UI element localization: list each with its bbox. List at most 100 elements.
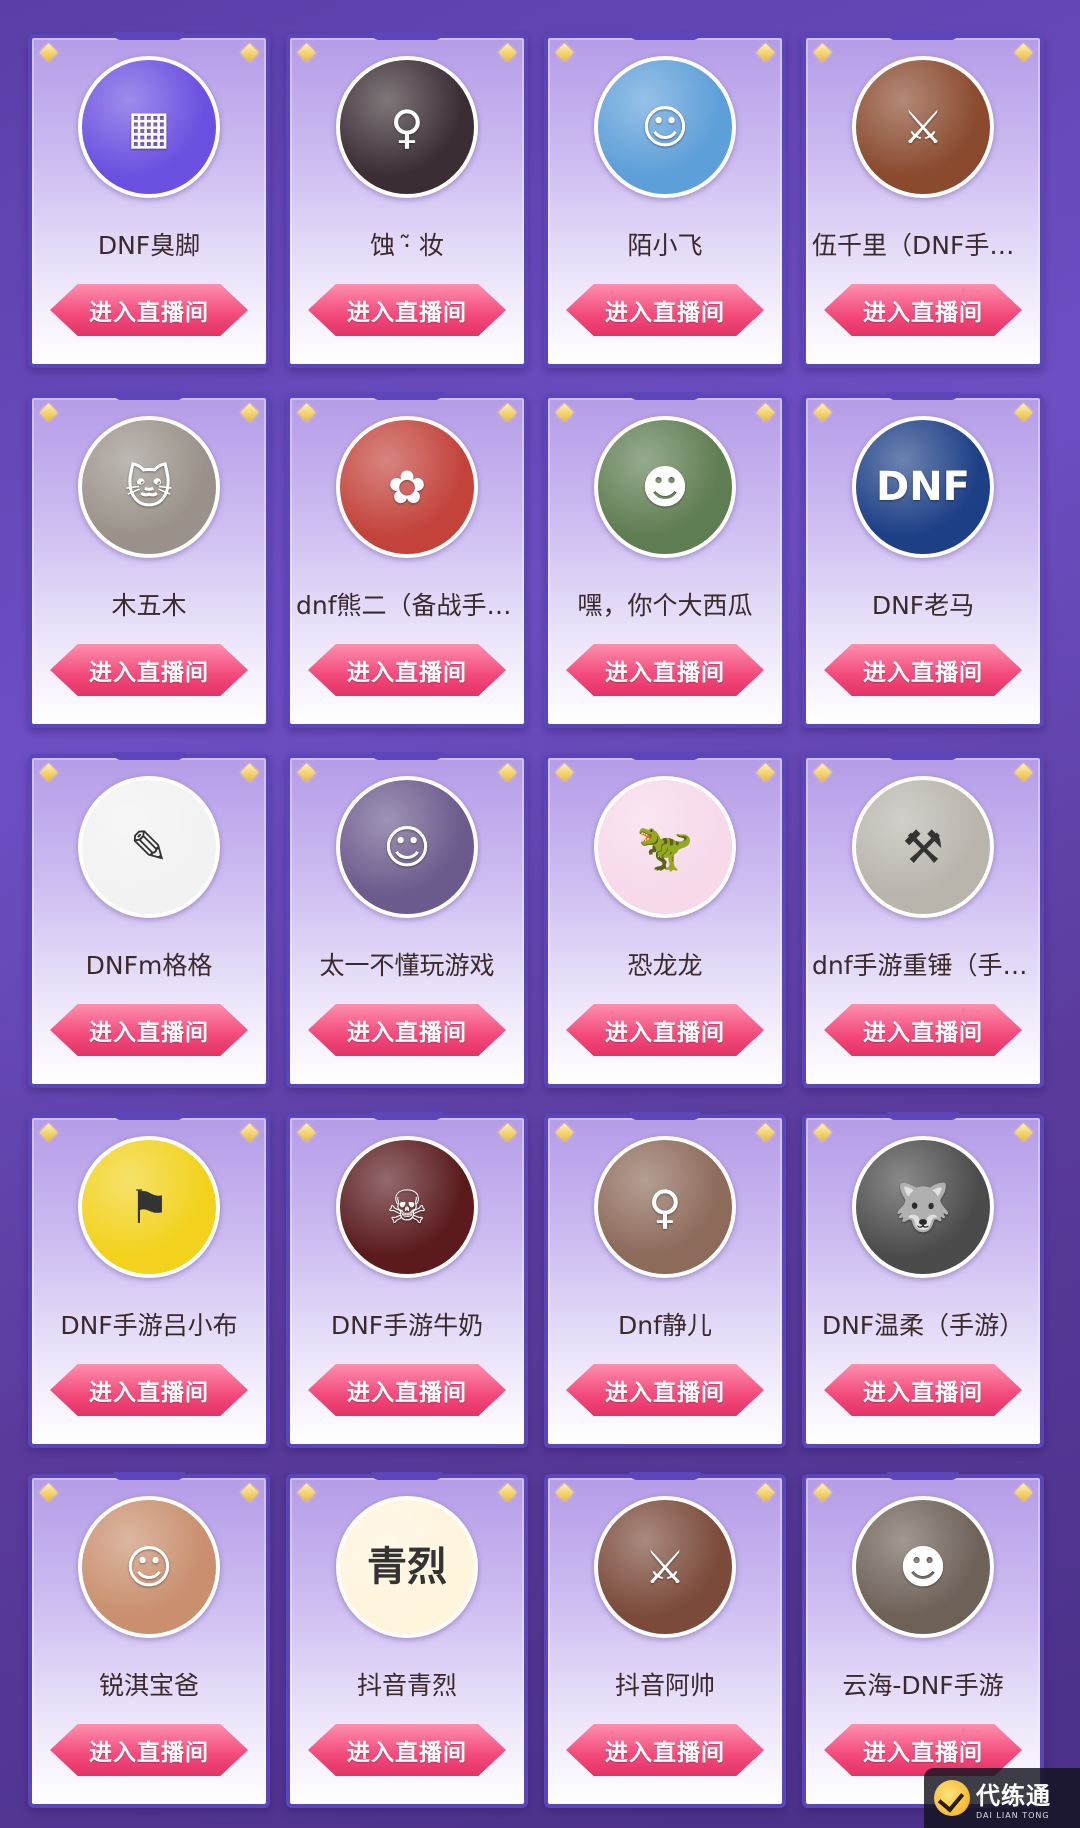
avatar-frame[interactable]: ☻ bbox=[852, 1496, 994, 1638]
avatar-frame[interactable]: ☺ bbox=[78, 1496, 220, 1638]
avatar-glyph: ⚑ bbox=[128, 1180, 170, 1234]
heroines-avatar: ⚔ bbox=[598, 1500, 732, 1634]
avatar-frame[interactable]: ☠ bbox=[336, 1136, 478, 1278]
avatar-frame[interactable]: ⚔ bbox=[594, 1496, 736, 1638]
avatar-frame[interactable]: 🐺 bbox=[852, 1136, 994, 1278]
streamer-card: ✿ dnf熊二（备战手游） 进入直播间 bbox=[286, 394, 528, 728]
corner-gem-icon bbox=[756, 403, 775, 422]
avatar-glyph: ⚔ bbox=[644, 1540, 686, 1594]
streamer-name: 锐淇宝爸 bbox=[98, 1671, 199, 1700]
streamer-name: DNF手游牛奶 bbox=[330, 1311, 484, 1340]
streamer-name: DNF老马 bbox=[871, 591, 975, 620]
enter-live-room-button[interactable]: 进入直播间 bbox=[50, 644, 248, 696]
avatar-frame[interactable]: ☻ bbox=[594, 416, 736, 558]
cat-avatar: 🐱 bbox=[82, 420, 216, 554]
qinglie-text-avatar: 青烈 bbox=[340, 1500, 474, 1634]
streamer-name: DNFm格格 bbox=[85, 951, 213, 980]
streamer-name: 嘿，你个大西瓜 bbox=[577, 591, 753, 620]
corner-gem-icon bbox=[240, 403, 259, 422]
avatar-frame[interactable]: ⚑ bbox=[78, 1136, 220, 1278]
streamer-card: ☺ 锐淇宝爸进入直播间 bbox=[28, 1474, 270, 1808]
enter-live-room-button[interactable]: 进入直播间 bbox=[824, 1364, 1022, 1416]
corner-gem-icon bbox=[297, 1483, 316, 1502]
corner-gem-icon bbox=[498, 403, 517, 422]
avatar-glyph: ✿ bbox=[387, 460, 427, 514]
enter-live-room-button[interactable]: 进入直播间 bbox=[824, 644, 1022, 696]
avatar-glyph: ⚔ bbox=[902, 100, 944, 154]
avatar-frame[interactable]: ⚔ bbox=[852, 56, 994, 198]
corner-gem-icon bbox=[756, 1123, 775, 1142]
enter-live-room-button[interactable]: 进入直播间 bbox=[308, 1364, 506, 1416]
streamer-card: ♀ Dnf静儿进入直播间 bbox=[544, 1114, 786, 1448]
enter-live-room-button[interactable]: 进入直播间 bbox=[824, 1004, 1022, 1056]
corner-gem-icon bbox=[39, 43, 58, 62]
enter-live-room-button[interactable]: 进入直播间 bbox=[566, 1724, 764, 1776]
avatar-frame[interactable]: 青烈 bbox=[336, 1496, 478, 1638]
enter-live-room-button[interactable]: 进入直播间 bbox=[824, 284, 1022, 336]
avatar-frame[interactable]: 🦖 bbox=[594, 776, 736, 918]
avatar-frame[interactable]: ⚒ bbox=[852, 776, 994, 918]
anime-sticker-avatar: ✎ bbox=[82, 780, 216, 914]
avatar-frame[interactable]: ♀ bbox=[594, 1136, 736, 1278]
avatar-frame[interactable]: ✎ bbox=[78, 776, 220, 918]
enter-live-room-button[interactable]: 进入直播间 bbox=[566, 1004, 764, 1056]
corner-gem-icon bbox=[555, 43, 574, 62]
enter-live-room-button[interactable]: 进入直播间 bbox=[566, 1364, 764, 1416]
corner-gem-icon bbox=[39, 763, 58, 782]
enter-live-room-button[interactable]: 进入直播间 bbox=[308, 644, 506, 696]
corner-gem-icon bbox=[498, 763, 517, 782]
avatar-frame[interactable]: ♀ bbox=[336, 56, 478, 198]
corner-gem-icon bbox=[297, 43, 316, 62]
enter-live-room-button[interactable]: 进入直播间 bbox=[308, 284, 506, 336]
avatar-frame[interactable]: ☺ bbox=[594, 56, 736, 198]
corner-gem-icon bbox=[756, 1483, 775, 1502]
streamer-name: 蚀 ·̃ 妆 bbox=[370, 231, 444, 260]
streamer-card: 🐱 木五木进入直播间 bbox=[28, 394, 270, 728]
avatar-frame[interactable]: DNF bbox=[852, 416, 994, 558]
avatar-frame[interactable]: ✿ bbox=[336, 416, 478, 558]
chibi-warrior-avatar: ⚑ bbox=[82, 1140, 216, 1274]
dailiantong-watermark: 代练通 DAI LIAN TONG bbox=[924, 1768, 1080, 1828]
enter-live-room-button[interactable]: 进入直播间 bbox=[566, 284, 764, 336]
qr-code-avatar: ▦ bbox=[82, 60, 216, 194]
streamer-name: 太一不懂玩游戏 bbox=[319, 951, 495, 980]
avatar-frame[interactable]: 🐱 bbox=[78, 416, 220, 558]
corner-gem-icon bbox=[39, 1123, 58, 1142]
enter-live-room-button[interactable]: 进入直播间 bbox=[308, 1004, 506, 1056]
streamer-card: 青烈 抖音青烈 进入直播间 bbox=[286, 1474, 528, 1808]
dailiantong-logo-icon bbox=[934, 1780, 970, 1816]
enter-live-room-button[interactable]: 进入直播间 bbox=[50, 1004, 248, 1056]
avatar-frame[interactable]: ☺ bbox=[336, 776, 478, 918]
streamer-card: ☠ DNF手游牛奶进入直播间 bbox=[286, 1114, 528, 1448]
streamer-card: 🦖 恐龙龙进入直播间 bbox=[544, 754, 786, 1088]
avatar-glyph: ☺ bbox=[383, 820, 431, 874]
enter-live-room-button[interactable]: 进入直播间 bbox=[308, 1724, 506, 1776]
avatar-frame[interactable]: ▦ bbox=[78, 56, 220, 198]
avatar-glyph: 青烈 bbox=[367, 1544, 447, 1590]
avatar-glyph: ♀ bbox=[648, 1180, 682, 1234]
enter-live-room-button[interactable]: 进入直播间 bbox=[50, 1724, 248, 1776]
corner-gem-icon bbox=[555, 763, 574, 782]
corner-gem-icon bbox=[240, 1483, 259, 1502]
streamer-name: DNF臭脚 bbox=[97, 231, 201, 260]
girl-portrait-avatar: ♀ bbox=[340, 60, 474, 194]
glasses-boy-avatar: ☺ bbox=[340, 780, 474, 914]
streamer-name: 木五木 bbox=[111, 591, 187, 620]
enter-live-room-button[interactable]: 进入直播间 bbox=[50, 1364, 248, 1416]
corner-gem-icon bbox=[240, 43, 259, 62]
streamer-name: Dnf静儿 bbox=[618, 1311, 712, 1340]
enter-live-room-button[interactable]: 进入直播间 bbox=[50, 284, 248, 336]
streamer-card: ☻ 云海-DNF手游 进入直播间 bbox=[802, 1474, 1044, 1808]
streamer-name: 陌小飞 bbox=[627, 231, 703, 260]
corner-gem-icon bbox=[1014, 1123, 1033, 1142]
gray-wolf-avatar: 🐺 bbox=[856, 1140, 990, 1274]
avatar-glyph: 🐺 bbox=[894, 1180, 952, 1234]
enter-live-room-button[interactable]: 进入直播间 bbox=[566, 644, 764, 696]
avatar-glyph: ✎ bbox=[129, 820, 169, 874]
red-demon-avatar: ☠ bbox=[340, 1140, 474, 1274]
streamer-card: ♀ 蚀 ·̃ 妆进入直播间 bbox=[286, 34, 528, 368]
watermark-title: 代练通 bbox=[976, 1782, 1051, 1810]
streamer-name: 恐龙龙 bbox=[627, 951, 703, 980]
streamer-card: ▦ DNF臭脚进入直播间 bbox=[28, 34, 270, 368]
dnf-logo-avatar: DNF bbox=[856, 420, 990, 554]
